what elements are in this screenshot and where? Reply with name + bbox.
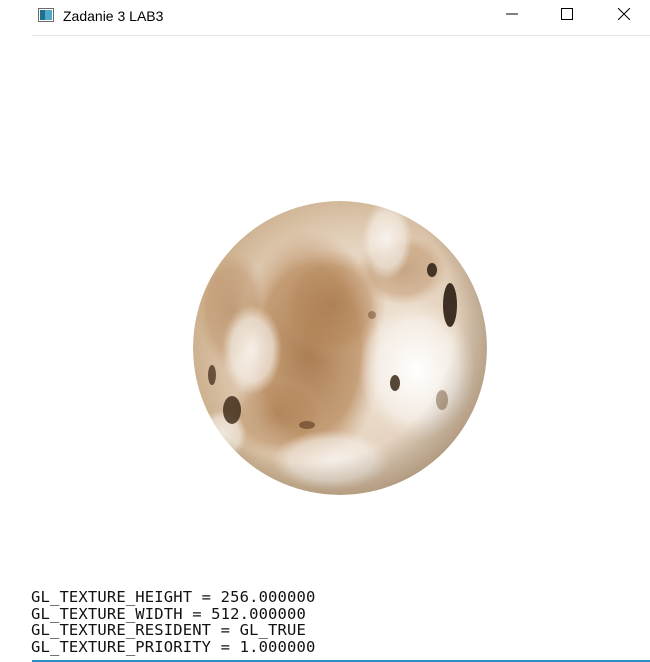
textured-sphere: [192, 200, 488, 496]
texture-width-line: GL_TEXTURE_WIDTH = 512.000000: [31, 604, 306, 623]
texture-resident-line: GL_TEXTURE_RESIDENT = GL_TRUE: [31, 621, 306, 639]
maximize-button[interactable]: [544, 0, 590, 32]
texture-height-line: GL_TEXTURE_HEIGHT = 256.000000: [31, 588, 316, 606]
minimize-button[interactable]: [489, 0, 535, 32]
window-app-icon: [38, 8, 54, 22]
maximize-icon: [561, 7, 573, 25]
app-window: Zadanie 3 LAB3 GL_TEXTURE_HEIGHT = 256.0…: [0, 0, 650, 662]
close-icon: [617, 7, 631, 25]
texture-priority-line: GL_TEXTURE_PRIORITY = 1.000000: [31, 637, 316, 656]
minimize-icon: [506, 7, 518, 25]
close-button[interactable]: [601, 0, 647, 32]
texture-info-block: GL_TEXTURE_HEIGHT = 256.000000 GL_TEXTUR…: [31, 589, 315, 655]
title-bar[interactable]: Zadanie 3 LAB3: [0, 0, 650, 34]
window-title: Zadanie 3 LAB3: [63, 8, 164, 24]
